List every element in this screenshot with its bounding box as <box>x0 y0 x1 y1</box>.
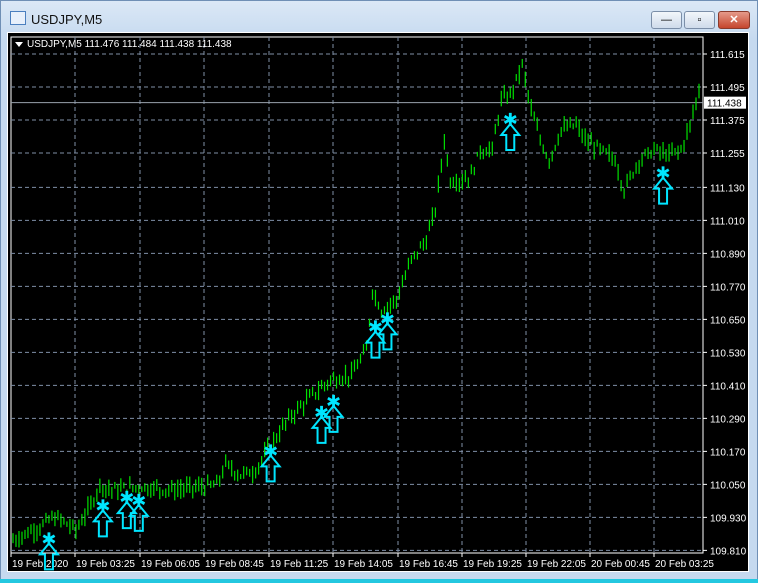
chart-window-icon <box>10 11 26 25</box>
title-bar[interactable]: USDJPY,M5 — ▫ ✕ <box>1 1 757 33</box>
time-tick-label: 20 Feb 03:25 <box>655 559 714 570</box>
time-tick-label: 19 Feb 19:25 <box>463 559 522 570</box>
price-chart[interactable]: 111.615 111.495 111.375 111.255 111.130 111.0… <box>7 32 749 572</box>
price-tick-label: 110.650 <box>710 315 746 326</box>
price-tick-label: 109.810 <box>710 546 747 557</box>
time-tick-label: 19 Feb 22:05 <box>527 559 586 570</box>
buy-signal[interactable]: ✱ <box>259 441 282 483</box>
star-icon: ✱ <box>380 309 395 330</box>
star-icon: ✱ <box>131 491 146 512</box>
price-tick-label: 109.930 <box>710 513 747 524</box>
plot-frame <box>10 36 704 554</box>
price-tick-label: 111.495 <box>710 83 745 94</box>
collapse-triangle-icon[interactable] <box>15 42 23 47</box>
price-tick-label: 111.010 <box>710 216 745 227</box>
price-tick-label: 110.170 <box>710 447 746 458</box>
price-tick-label: 111.615 <box>710 50 745 61</box>
star-icon: ✱ <box>503 110 518 131</box>
price-tick-label: 111.130 <box>710 183 745 194</box>
time-tick-label: 19 Feb 2020 <box>12 559 69 570</box>
time-tick-label: 19 Feb 16:45 <box>399 559 458 570</box>
close-button[interactable]: ✕ <box>718 11 750 29</box>
star-icon: ✱ <box>326 392 341 413</box>
current-price-label: 111.438 <box>707 99 742 110</box>
time-tick-label: 19 Feb 14:05 <box>334 559 393 570</box>
price-tick-label: 110.890 <box>710 249 746 260</box>
price-tick-label: 110.050 <box>710 480 746 491</box>
minimize-button[interactable]: — <box>651 11 682 29</box>
price-tick-label: 110.410 <box>710 381 746 392</box>
maximize-button[interactable]: ▫ <box>684 11 715 29</box>
price-tick-label: 110.290 <box>710 414 746 425</box>
buy-signal[interactable]: ✱ <box>91 496 114 538</box>
bottom-border <box>0 579 758 583</box>
chart-canvas: 111.615 111.495 111.375 111.255 111.130 111.0… <box>10 36 747 571</box>
price-tick-label: 110.530 <box>710 348 746 359</box>
buy-signal[interactable]: ✱ <box>651 164 675 205</box>
symbol-header: USDJPY,M5 111.476 111.484 111.438 111.43… <box>27 39 232 50</box>
star-icon: ✱ <box>95 496 110 517</box>
price-tick-label: 111.255 <box>710 149 745 160</box>
time-tick-label: 20 Feb 00:45 <box>591 559 650 570</box>
buy-signal[interactable]: ✱ <box>499 110 522 151</box>
time-tick-label: 19 Feb 08:45 <box>205 559 264 570</box>
time-tick-label: 19 Feb 06:05 <box>141 559 200 570</box>
time-tick-label: 19 Feb 03:25 <box>76 559 135 570</box>
star-icon: ✱ <box>41 529 56 550</box>
buy-signal[interactable]: ✱ <box>127 491 150 532</box>
buy-signal[interactable]: ✱ <box>322 392 345 433</box>
time-tick-label: 19 Feb 11:25 <box>270 559 329 570</box>
star-icon: ✱ <box>263 441 278 462</box>
price-tick-label: 111.375 <box>710 116 745 127</box>
star-icon: ✱ <box>656 164 671 185</box>
price-tick-label: 110.770 <box>710 282 746 293</box>
window-title: USDJPY,M5 <box>31 12 103 27</box>
